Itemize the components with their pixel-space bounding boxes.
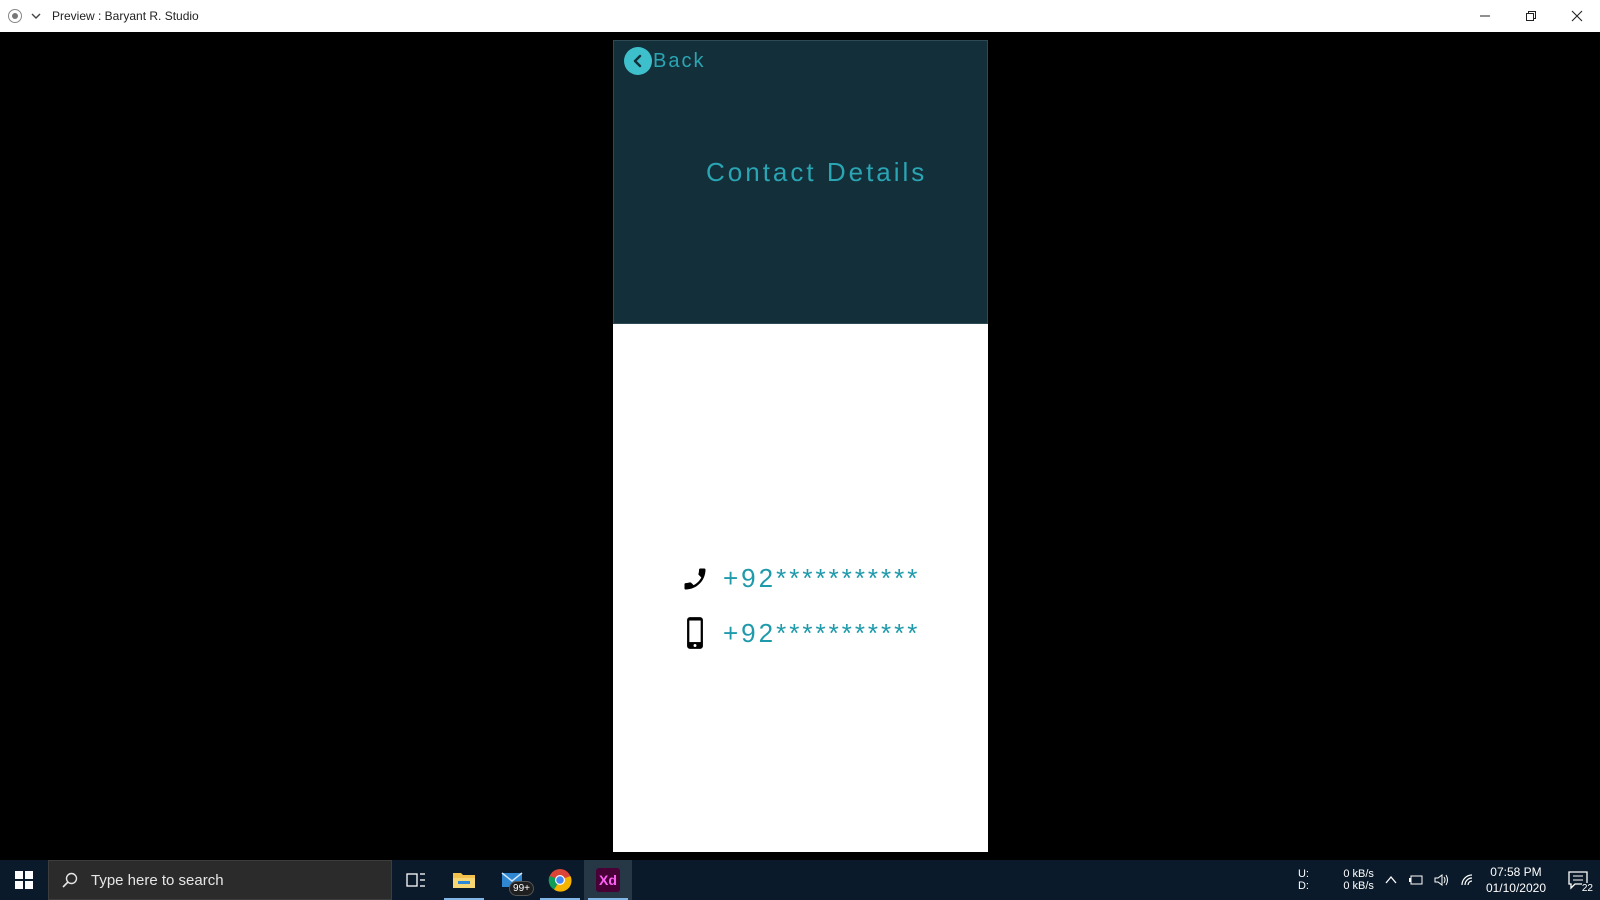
taskbar: Type here to search 99+ Xd U: 0 kB/s D: … (0, 860, 1600, 900)
upload-speed: 0 kB/s (1343, 868, 1374, 880)
wifi-icon[interactable] (1460, 873, 1476, 887)
back-arrow-icon (624, 47, 652, 75)
network-speed-meter: U: 0 kB/s D: 0 kB/s (1298, 868, 1374, 892)
smartphone-icon (687, 617, 703, 649)
download-label: D: (1297, 880, 1309, 892)
search-placeholder: Type here to search (91, 871, 224, 889)
notification-count: 22 (1581, 883, 1593, 894)
restore-icon (1526, 11, 1536, 21)
task-view-icon (406, 873, 425, 887)
system-tray: U: 0 kB/s D: 0 kB/s 07:58 PM 01/10/2020 22 (1298, 860, 1600, 900)
close-button[interactable] (1554, 0, 1600, 32)
clock[interactable]: 07:58 PM 01/10/2020 (1486, 864, 1546, 896)
contact-row-mobile[interactable]: +92*********** (681, 616, 920, 650)
download-speed: 0 kB/s (1343, 880, 1374, 892)
file-explorer-button[interactable] (440, 860, 488, 900)
contact-row-phone[interactable]: +92*********** (681, 563, 920, 594)
phone-number: +92*********** (723, 563, 921, 593)
start-button[interactable] (0, 860, 48, 900)
adobe-xd-button[interactable]: Xd (584, 860, 632, 900)
folder-icon (453, 873, 475, 888)
mobile-number: +92*********** (723, 617, 921, 648)
window-title: Preview : Baryant R. Studio (52, 9, 199, 23)
action-center-button[interactable]: 22 (1556, 860, 1600, 900)
prototype-artboard: Back Contact Details +92*********** +92*… (613, 40, 988, 852)
clock-date: 01/10/2020 (1485, 881, 1546, 895)
minimize-icon (1480, 15, 1490, 17)
volume-icon[interactable] (1434, 873, 1450, 887)
back-button[interactable]: Back (624, 47, 705, 75)
mail-button[interactable]: 99+ (488, 860, 536, 900)
window-titlebar: Preview : Baryant R. Studio (0, 0, 1600, 32)
chrome-button[interactable] (536, 860, 584, 900)
search-icon (62, 872, 78, 888)
phone-icon (684, 568, 706, 589)
upload-label: U: (1297, 868, 1309, 880)
chrome-icon (548, 869, 572, 892)
close-icon (1571, 10, 1583, 22)
minimize-button[interactable] (1462, 0, 1508, 32)
windows-icon (15, 871, 33, 889)
restore-button[interactable] (1508, 0, 1554, 32)
contact-header: Back Contact Details (613, 40, 988, 324)
battery-icon[interactable] (1408, 873, 1424, 887)
task-view-button[interactable] (392, 860, 440, 900)
back-label: Back (653, 49, 706, 72)
taskbar-search[interactable]: Type here to search (48, 860, 392, 900)
mail-badge: 99+ (509, 881, 534, 896)
chevron-up-icon[interactable] (1384, 873, 1398, 887)
app-menu-icon[interactable] (8, 9, 22, 23)
adobe-xd-icon: Xd (596, 868, 620, 892)
chevron-down-icon[interactable] (28, 8, 44, 24)
page-title: Contact Details (706, 157, 928, 187)
clock-time: 07:58 PM (1490, 865, 1542, 879)
